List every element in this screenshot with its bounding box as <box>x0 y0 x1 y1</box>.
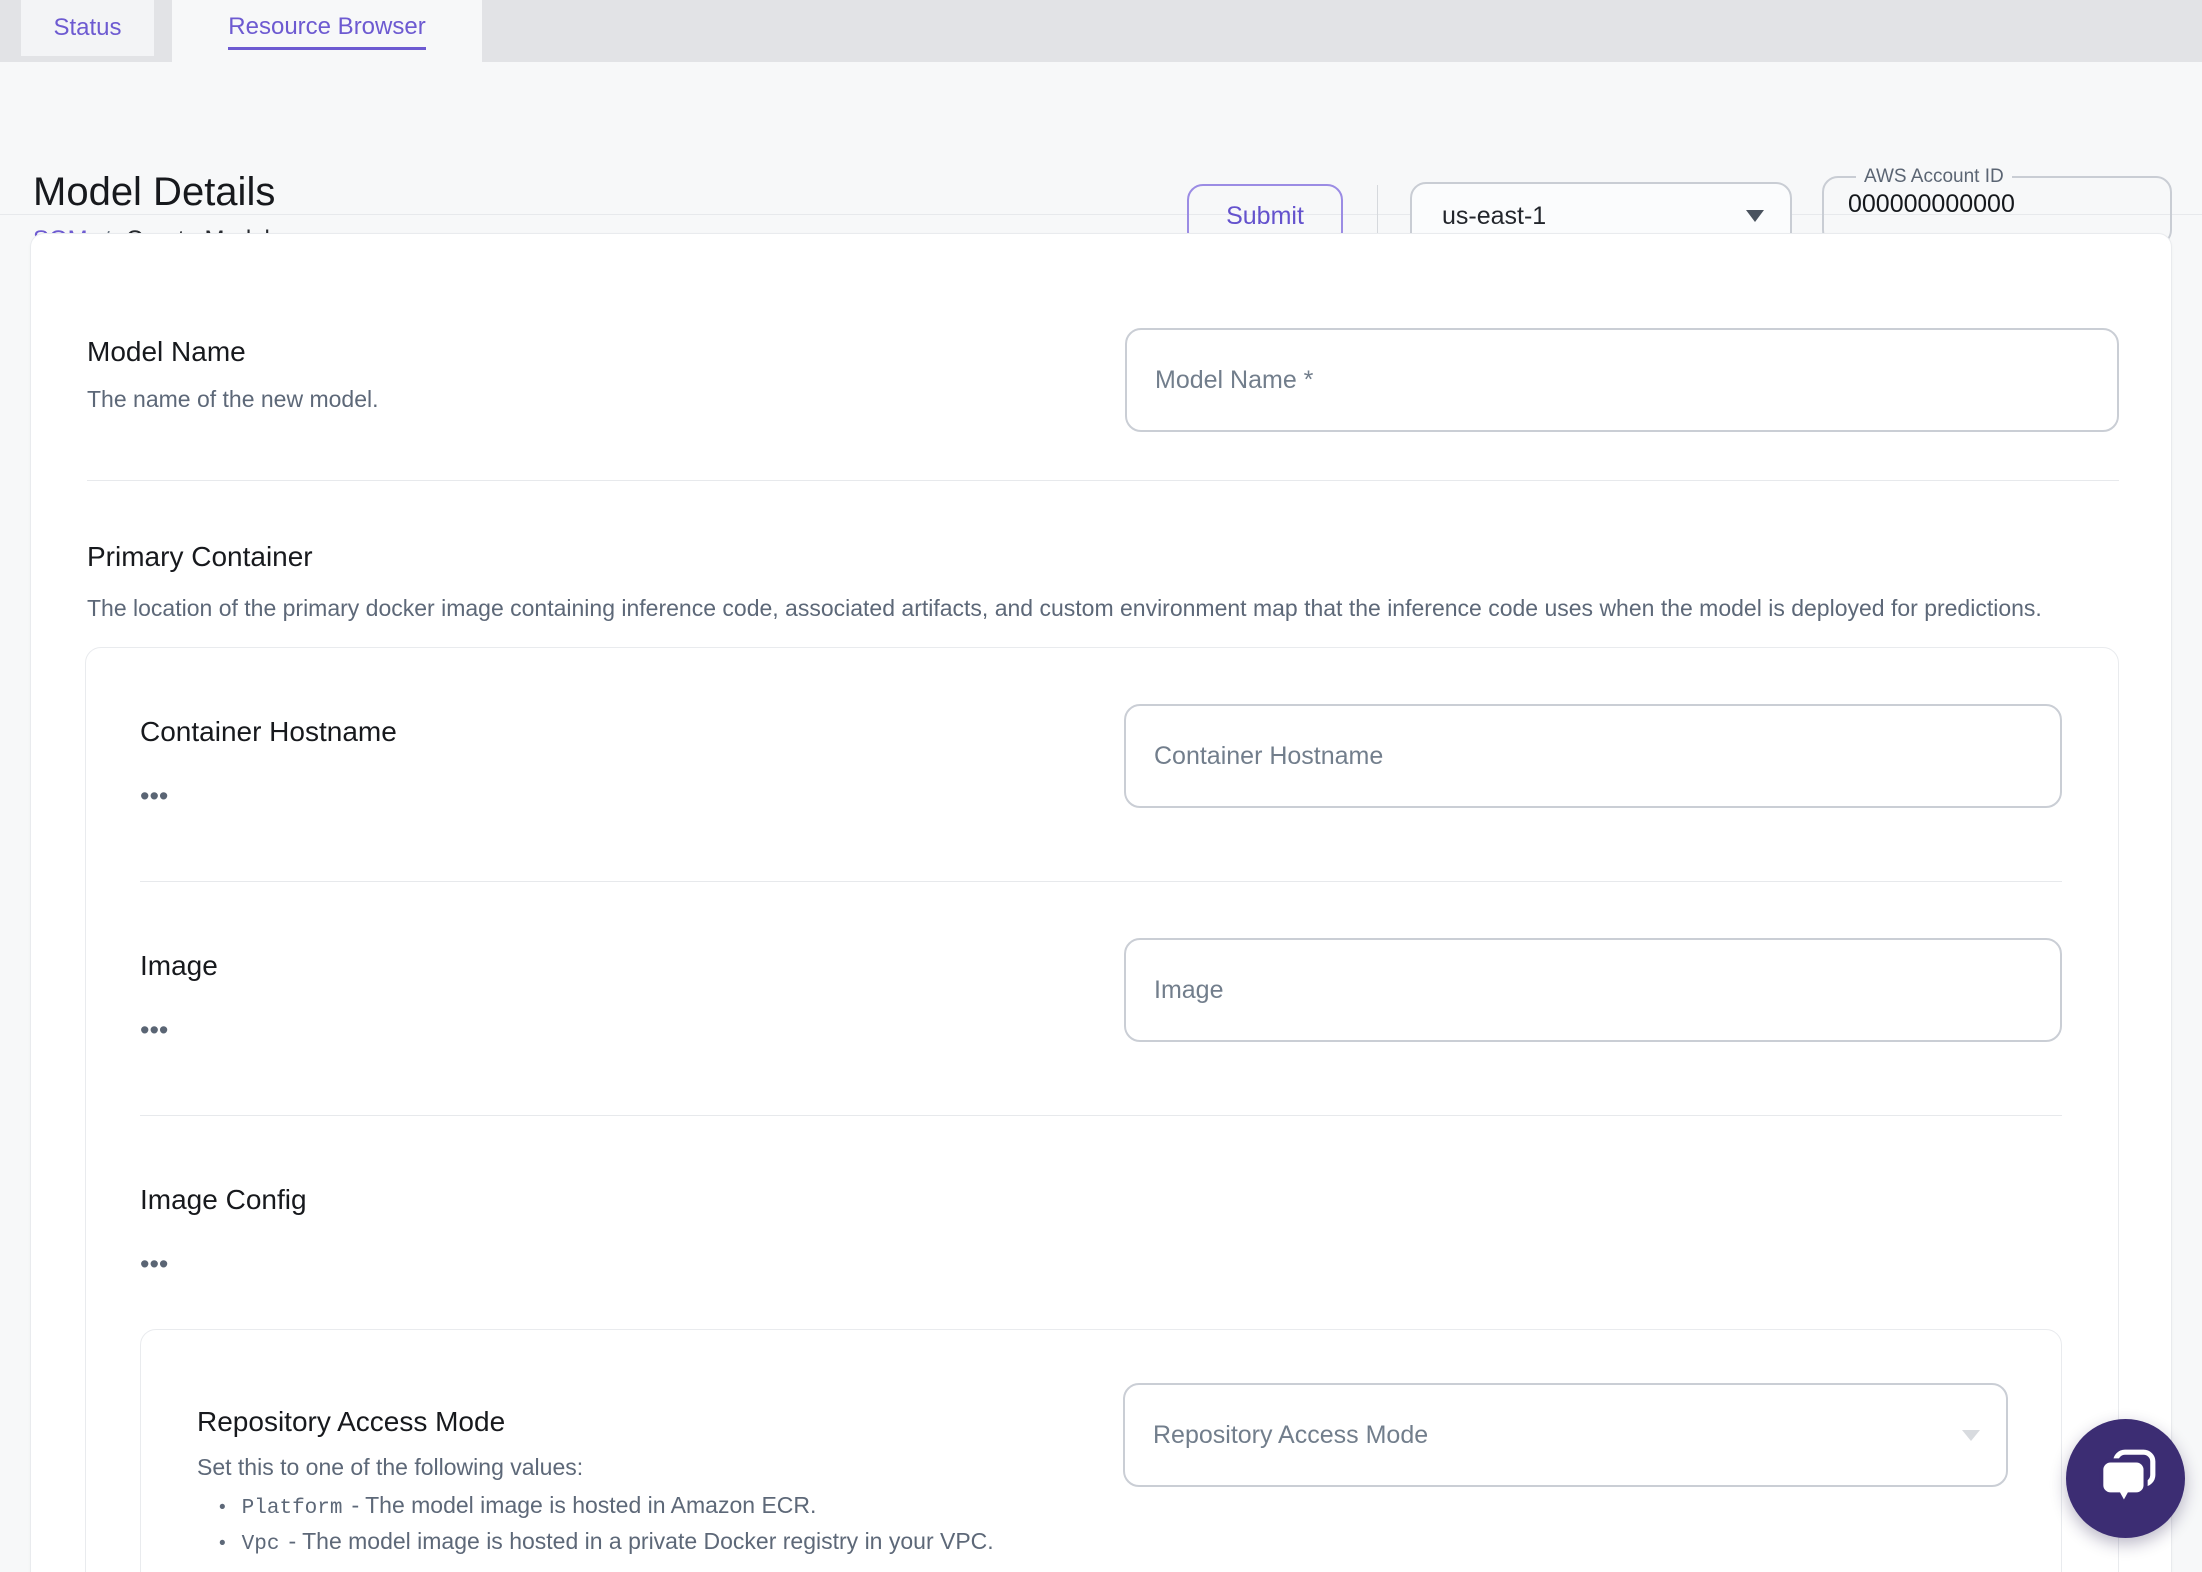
tab-bar: Status Resource Browser <box>0 0 2202 62</box>
image-config-label: Image Config <box>140 1184 307 1215</box>
image-row: Image ••• <box>140 882 2062 1116</box>
model-name-inputcol <box>1125 328 2119 432</box>
option-text-platform: - The model image is hosted in Amazon EC… <box>351 1492 817 1518</box>
page-title: Model Details <box>33 170 276 214</box>
region-select-value: us-east-1 <box>1442 201 1547 230</box>
image-inputcol <box>1124 938 2062 1042</box>
aws-account-id-input[interactable] <box>1848 190 2138 219</box>
image-input[interactable] <box>1124 938 2062 1042</box>
tab-resource-browser-label: Resource Browser <box>228 13 426 50</box>
container-hostname-row: Container Hostname ••• <box>140 648 2062 882</box>
image-config-row: Image Config ••• Repository Access Mode … <box>140 1116 2062 1572</box>
image-labelcol: Image ••• <box>140 938 1124 1044</box>
image-config-more-button[interactable]: ••• <box>140 1251 168 1278</box>
model-name-description: The name of the new model. <box>87 386 379 412</box>
model-name-row: Model Name The name of the new model. <box>87 234 2119 481</box>
list-item: • Vpc - The model image is hosted in a p… <box>197 1525 1123 1561</box>
tab-status-label: Status <box>53 14 122 41</box>
option-text-vpc: - The model image is hosted in a private… <box>288 1528 994 1554</box>
chevron-down-icon <box>1746 210 1764 222</box>
repository-access-mode-placeholder: Repository Access Mode <box>1153 1420 1429 1449</box>
repository-access-mode-label: Repository Access Mode <box>197 1406 506 1437</box>
container-hostname-inputcol <box>1124 704 2062 808</box>
repository-access-mode-labelcol: Repository Access Mode Set this to one o… <box>197 1330 1123 1572</box>
model-name-input[interactable] <box>1125 328 2119 432</box>
container-hostname-input[interactable] <box>1124 704 2062 808</box>
list-item: • Platform - The model image is hosted i… <box>197 1489 1123 1525</box>
repository-access-mode-select[interactable]: Repository Access Mode <box>1123 1383 2008 1487</box>
tab-resource-browser[interactable]: Resource Browser <box>172 0 482 62</box>
image-label: Image <box>140 950 218 981</box>
page-header: Model Details SGM / Create Model Submit … <box>0 62 2202 253</box>
chevron-down-icon <box>1962 1429 1980 1441</box>
container-hostname-more-button[interactable]: ••• <box>140 783 168 810</box>
repository-access-mode-description: Set this to one of the following values: <box>197 1454 584 1480</box>
tab-status[interactable]: Status <box>21 0 154 56</box>
image-more-button[interactable]: ••• <box>140 1017 168 1044</box>
option-code-platform: Platform <box>241 1497 343 1520</box>
container-hostname-labelcol: Container Hostname ••• <box>140 704 1124 810</box>
repository-access-mode-inputcol: Repository Access Mode <box>1123 1330 2008 1572</box>
chat-widget-button[interactable] <box>2066 1419 2185 1538</box>
model-name-label: Model Name <box>87 336 246 367</box>
aws-account-id-label: AWS Account ID <box>1864 166 2004 187</box>
bullet-icon: • <box>219 1533 226 1554</box>
repository-access-mode-options-help: • Platform - The model image is hosted i… <box>197 1489 1123 1561</box>
primary-container-label: Primary Container <box>87 541 313 572</box>
model-details-card: Model Name The name of the new model. Pr… <box>30 233 2172 1572</box>
container-hostname-label: Container Hostname <box>140 716 397 747</box>
primary-container-card: Container Hostname ••• Image ••• Image C… <box>85 647 2119 1572</box>
image-config-card: Repository Access Mode Set this to one o… <box>140 1329 2062 1572</box>
primary-container-description: The location of the primary docker image… <box>87 595 2042 621</box>
model-name-labelcol: Model Name The name of the new model. <box>87 328 1125 432</box>
bullet-icon: • <box>219 1497 226 1518</box>
option-code-vpc: Vpc <box>241 1533 280 1556</box>
chat-bubble-icon <box>2098 1449 2155 1508</box>
